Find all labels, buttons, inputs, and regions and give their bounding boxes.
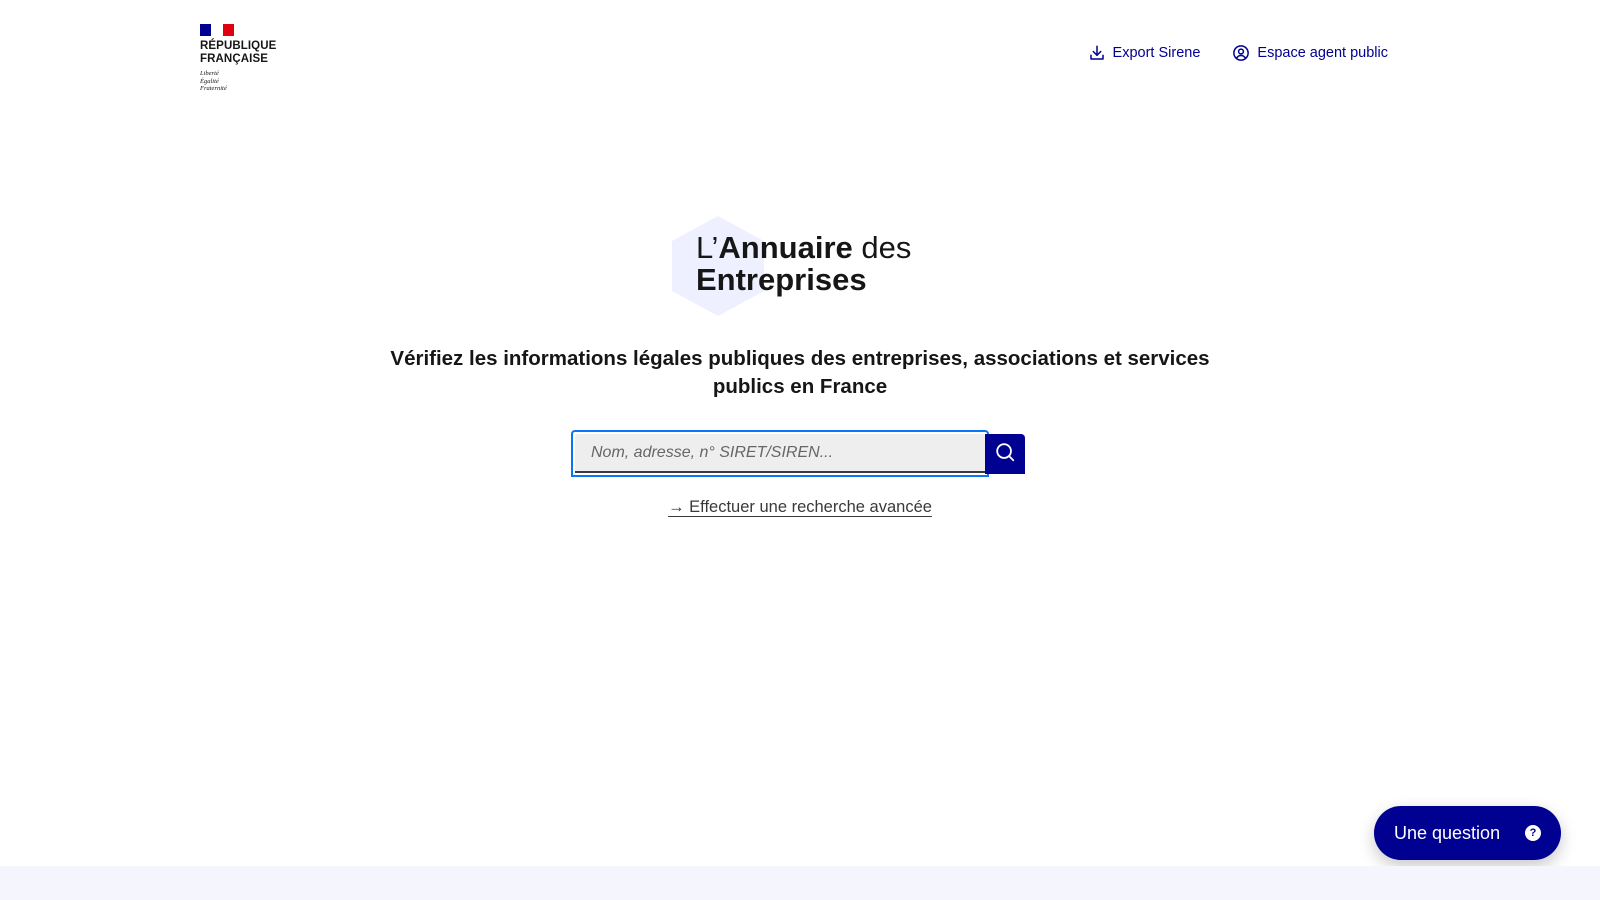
motto-line1: Liberté <box>200 70 219 77</box>
site-header: République Française Liberté Égalité Fra… <box>0 0 1600 110</box>
question-button-label: Une question <box>1394 822 1501 843</box>
motto-line2: Égalité <box>200 77 219 85</box>
logo-bold-word1: Annuaire <box>718 230 853 265</box>
motto-line3: Fraternité <box>200 85 227 92</box>
footer-band <box>0 866 1600 900</box>
logo-text: L’Annuaire des Entreprises <box>696 232 911 296</box>
tagline-line2: publics en France <box>712 375 888 398</box>
question-icon: ? <box>1525 825 1541 841</box>
republique-francaise-logo[interactable]: République Française Liberté Égalité Fra… <box>200 24 290 93</box>
question-button[interactable]: Une question ? <box>1374 806 1561 860</box>
gov-name: République Française <box>200 40 290 66</box>
advanced-search-wrapper: → Effectuer une recherche avancée <box>0 498 1600 517</box>
search-icon <box>994 441 1016 466</box>
annuaire-entreprises-logo: L’Annuaire des Entreprises <box>672 214 932 316</box>
logo-suffix: des <box>861 230 912 265</box>
search-bar <box>571 430 1025 477</box>
tagline-line1: Vérifiez les informations légales publiq… <box>390 347 1210 370</box>
gov-name-line1: République <box>200 40 277 52</box>
search-input[interactable] <box>575 434 985 473</box>
download-icon <box>1088 44 1106 62</box>
user-circle-icon <box>1232 44 1250 62</box>
espace-agent-public-label: Espace agent public <box>1257 45 1388 61</box>
export-sirene-label: Export Sirene <box>1112 45 1201 61</box>
french-flag-icon <box>200 24 234 36</box>
page-tagline: Vérifiez les informations légales publiq… <box>360 345 1240 401</box>
export-sirene-link[interactable]: Export Sirene <box>1088 44 1201 62</box>
logo-bold-word2: Entreprises <box>696 262 867 297</box>
gov-motto: Liberté Égalité Fraternité <box>200 70 290 93</box>
gov-name-line2: Française <box>200 53 268 65</box>
header-nav: Export Sirene Espace agent public <box>1088 44 1388 62</box>
logo-prefix: L’ <box>696 230 719 265</box>
search-button[interactable] <box>985 433 1025 474</box>
advanced-search-link[interactable]: → Effectuer une recherche avancée <box>668 498 932 516</box>
search-field-focus-ring <box>571 430 989 477</box>
espace-agent-public-link[interactable]: Espace agent public <box>1232 44 1388 62</box>
